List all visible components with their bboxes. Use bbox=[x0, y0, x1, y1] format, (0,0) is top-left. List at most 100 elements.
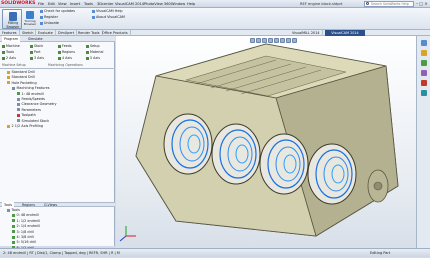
tree-item-label: Simulated Stock bbox=[21, 118, 50, 123]
stock-icon bbox=[30, 44, 33, 48]
tool-machine[interactable]: Machine bbox=[2, 44, 20, 49]
tree-item[interactable]: 2 1/2 Axis Profiling bbox=[7, 124, 43, 129]
custom-properties-icon[interactable] bbox=[421, 90, 427, 96]
tab-program[interactable]: Program bbox=[2, 36, 20, 42]
tool-stock[interactable]: Stock bbox=[30, 44, 43, 49]
check-updates-item[interactable]: Check for updates bbox=[40, 9, 75, 14]
tab-simulate[interactable]: Simulate bbox=[26, 36, 45, 42]
tree-node-icon bbox=[12, 230, 15, 234]
status-bar: 2: 48 endmill | RT | Dist/1, Clamp | Tap… bbox=[0, 248, 430, 257]
tool-3axis[interactable]: 3 Axis bbox=[30, 56, 44, 61]
tree-node-icon bbox=[7, 81, 10, 85]
check-updates-label: Check for updates bbox=[44, 9, 75, 13]
help-icon bbox=[92, 9, 95, 13]
tool-feeds[interactable]: Feeds bbox=[58, 44, 72, 49]
tree-node-icon bbox=[17, 113, 20, 117]
tree-item-label: 4: 3/8 drill bbox=[16, 235, 34, 239]
tree-item-label: 5: 5/16 drill bbox=[16, 240, 36, 245]
menu-edit[interactable]: Edit bbox=[48, 1, 55, 7]
tree-item-label: Clearance Geometry bbox=[21, 102, 57, 107]
tree-node-icon bbox=[17, 108, 20, 112]
graphics-area[interactable] bbox=[116, 36, 416, 248]
operations-tree: Standard Drill Standard Drill Hole Pocketi… bbox=[0, 70, 115, 200]
zoom-fit-icon[interactable] bbox=[250, 38, 255, 43]
tree-item-label: Feeds/Speeds bbox=[21, 97, 45, 101]
previous-view-icon[interactable] bbox=[262, 38, 267, 43]
tree-node-icon bbox=[17, 97, 20, 101]
tree-item-label: 3: 1/8 drill bbox=[16, 229, 34, 234]
turning-browser-label: Turning Browser bbox=[23, 19, 37, 27]
turning-browser-icon bbox=[26, 11, 34, 19]
4axis-label: 4 Axis bbox=[62, 56, 72, 60]
tool-part[interactable]: Part bbox=[30, 50, 41, 55]
tool-4axis[interactable]: 4 Axis bbox=[58, 56, 72, 61]
heads-up-view-toolbar bbox=[250, 38, 360, 44]
lower-panel-tabs: Tools Regions G-Views bbox=[0, 202, 115, 208]
register-item[interactable]: Register bbox=[40, 15, 58, 20]
unlocate-item[interactable]: Unlocate bbox=[40, 21, 59, 26]
view-palette-icon[interactable] bbox=[421, 70, 427, 76]
menu-photoview[interactable]: PhotoView 360 bbox=[144, 1, 171, 7]
tree-item-label: Standard Drill bbox=[11, 75, 35, 80]
5axis-label: 5 Axis bbox=[90, 56, 100, 60]
divider bbox=[0, 68, 115, 69]
axis-triad-icon bbox=[119, 226, 136, 242]
menu-tools[interactable]: Tools bbox=[84, 1, 93, 7]
tool-tools[interactable]: Tools bbox=[2, 50, 14, 55]
window-controls[interactable]: – □ × bbox=[416, 1, 429, 7]
cylinder-bore-2 bbox=[211, 123, 261, 185]
title-bar: SOLIDWORKS File Edit View Insert Tools 3… bbox=[0, 0, 430, 8]
menu-help[interactable]: Help bbox=[187, 1, 195, 7]
tree-node-icon bbox=[17, 102, 20, 106]
tool-2axis[interactable]: 2 Axis bbox=[2, 56, 16, 61]
3axis-icon bbox=[30, 56, 33, 60]
cylinder-bore-1 bbox=[163, 113, 213, 175]
milling-browser-label: Milling Browser bbox=[6, 21, 20, 29]
zoom-area-icon[interactable] bbox=[256, 38, 261, 43]
section-view-icon[interactable] bbox=[268, 38, 273, 43]
menu-3dcenter[interactable]: 3Dcenter bbox=[97, 1, 114, 7]
turning-browser-button[interactable]: Turning Browser bbox=[24, 9, 36, 29]
unlocate-label: Unlocate bbox=[44, 21, 60, 25]
tool-5axis[interactable]: 5 Axis bbox=[86, 56, 100, 61]
3axis-label: 3 Axis bbox=[34, 56, 44, 60]
visualcam-help-item[interactable]: VisualCAM Help bbox=[92, 9, 123, 14]
panel-tabs: Program Simulate bbox=[0, 36, 115, 42]
resources-icon[interactable] bbox=[421, 40, 427, 46]
regions-icon bbox=[58, 50, 61, 54]
tree-node-icon bbox=[12, 219, 15, 223]
search-icon bbox=[366, 2, 369, 5]
file-explorer-icon[interactable] bbox=[421, 60, 427, 66]
menu-file[interactable]: File bbox=[38, 1, 44, 7]
appearance-icon[interactable] bbox=[292, 38, 297, 43]
tree-item-label: Standard Drill bbox=[11, 70, 35, 74]
engine-block-model[interactable] bbox=[116, 36, 416, 248]
cylinder-bore-3 bbox=[259, 133, 309, 195]
section-machining-operations: Machining Operations bbox=[48, 63, 83, 67]
display-style-icon[interactable] bbox=[280, 38, 285, 43]
menu-visualcam[interactable]: VisualCAM 2014 bbox=[115, 1, 144, 7]
machine-icon bbox=[2, 44, 5, 48]
design-library-icon[interactable] bbox=[421, 50, 427, 56]
appearances-icon[interactable] bbox=[421, 80, 427, 86]
about-visualcam-item[interactable]: About VisualCAM bbox=[92, 15, 125, 20]
menu-insert[interactable]: Insert bbox=[70, 1, 80, 7]
2axis-label: 2 Axis bbox=[6, 56, 16, 60]
view-orientation-icon[interactable] bbox=[274, 38, 279, 43]
milling-browser-button[interactable]: Milling Browser bbox=[2, 9, 22, 29]
tree-node-icon bbox=[7, 208, 10, 212]
hide-show-icon[interactable] bbox=[286, 38, 291, 43]
5axis-icon bbox=[86, 56, 89, 60]
menu-window[interactable]: Window bbox=[171, 1, 185, 7]
tool-regions[interactable]: Regions bbox=[58, 50, 75, 55]
feeds-label: Feeds bbox=[62, 44, 72, 48]
cylinder-bore-4 bbox=[307, 143, 357, 205]
search-input[interactable]: Search SolidWorks Help bbox=[364, 1, 414, 7]
tools-label: Tools bbox=[6, 50, 15, 54]
tool-setup[interactable]: Setup bbox=[86, 44, 100, 49]
tools-icon bbox=[2, 50, 5, 54]
menu-view[interactable]: View bbox=[58, 1, 67, 7]
feeds-icon bbox=[58, 44, 61, 48]
tree-node-icon bbox=[12, 224, 15, 228]
tool-material[interactable]: Material bbox=[86, 50, 103, 55]
